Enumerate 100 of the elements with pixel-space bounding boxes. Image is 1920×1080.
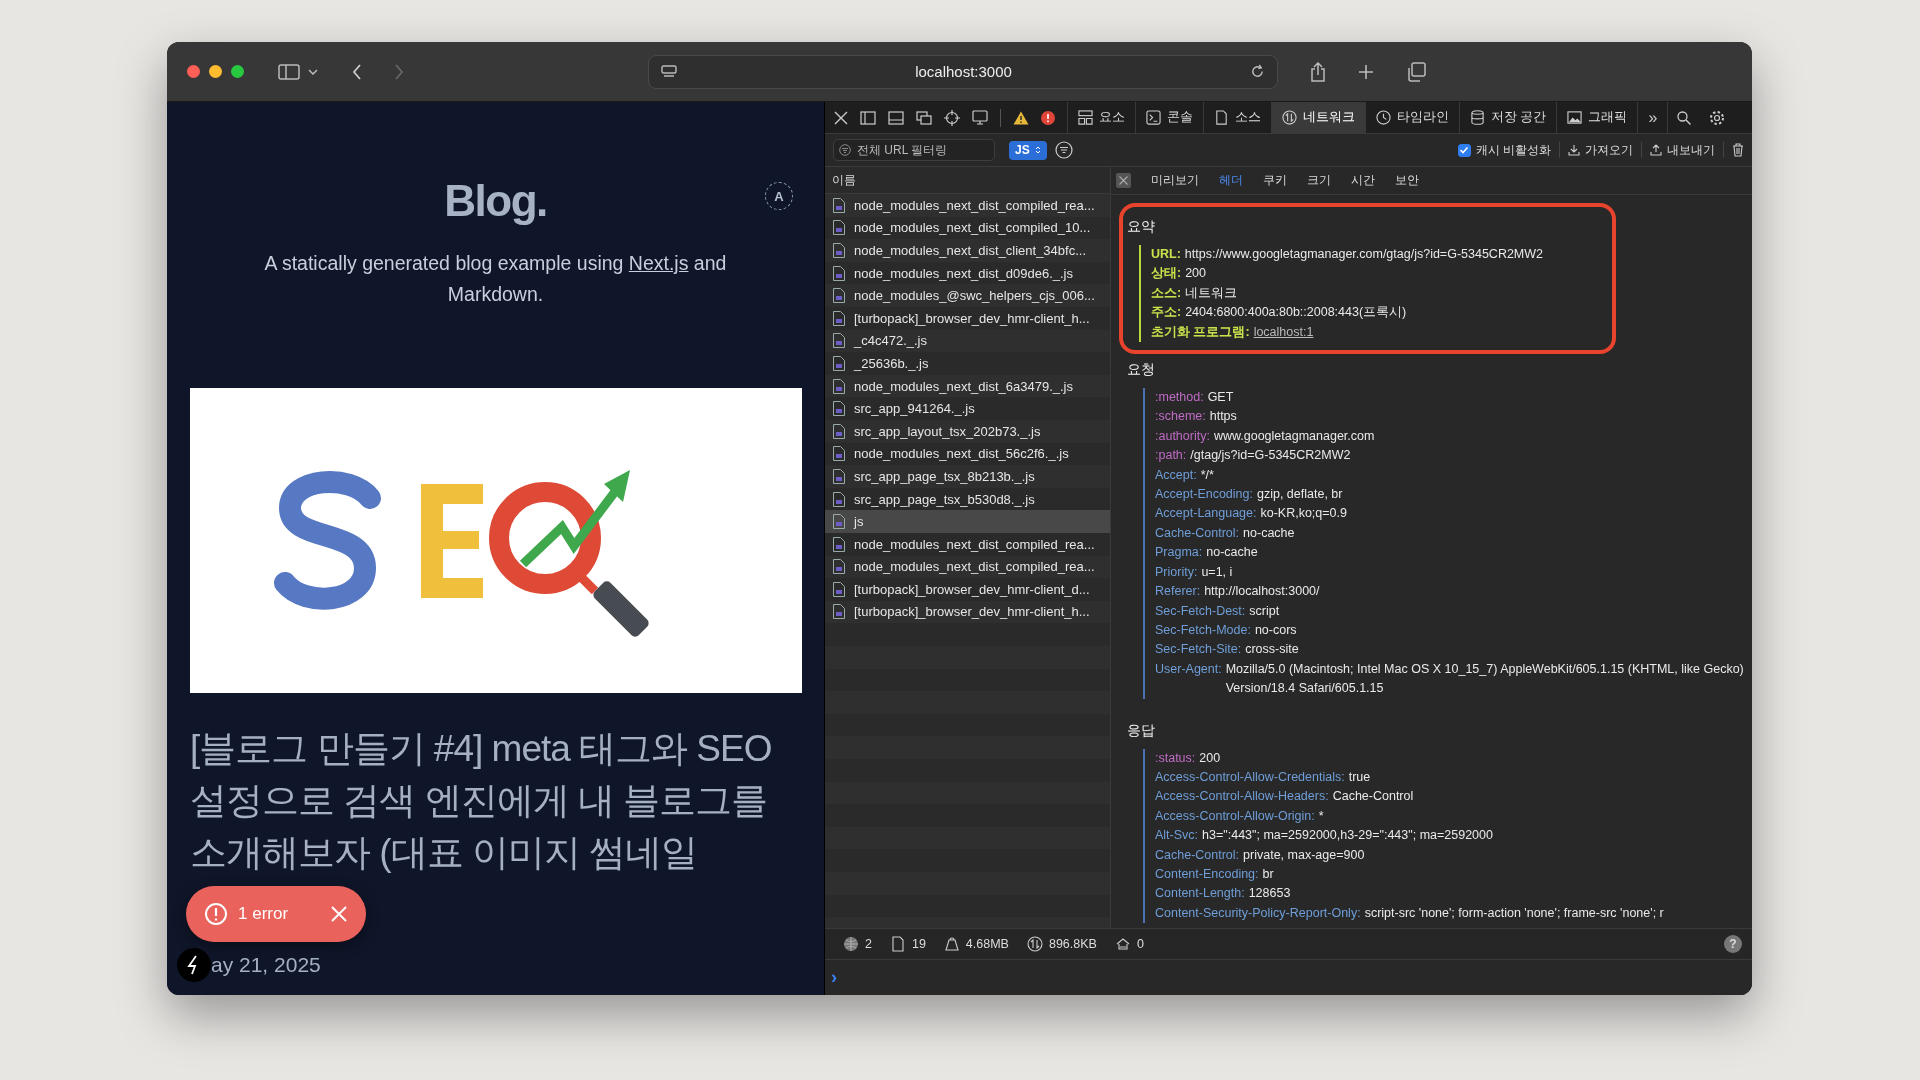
tab-icon <box>1282 110 1297 125</box>
js-file-icon <box>833 265 845 281</box>
export-button[interactable]: 내보내기 <box>1650 141 1715 159</box>
devtools-tab[interactable]: 저장 공간 <box>1459 102 1557 133</box>
header-name: :status: <box>1155 749 1196 767</box>
address-bar[interactable]: localhost:3000 <box>648 54 1278 89</box>
header-name: :path: <box>1155 447 1187 465</box>
request-row[interactable]: node_modules_next_dist_compiled_rea... <box>825 194 1110 217</box>
header-value: br <box>1262 865 1275 883</box>
header-value: 128653 <box>1248 885 1292 903</box>
js-file-icon <box>833 288 845 304</box>
devtools-tab[interactable]: 요소 <box>1067 102 1135 133</box>
new-tab-icon[interactable] <box>1358 63 1374 80</box>
request-row[interactable]: _c4c472._.js <box>825 329 1110 353</box>
tab-icon <box>1470 110 1485 125</box>
post-title[interactable]: [블로그 만들기 #4] meta 태그와 SEO 설정으로 검색 엔진에게 내 블로그를 소개해보자 (대표 이미지 썸네일 <box>190 723 807 879</box>
more-tabs-button[interactable]: » <box>1637 102 1669 133</box>
filter-options-icon[interactable] <box>1054 141 1073 159</box>
detail-tab[interactable]: 보안 <box>1395 172 1419 189</box>
header-value: Cache-Control <box>1332 788 1415 806</box>
js-file-icon <box>833 423 845 439</box>
header-name: 초기화 프로그램: <box>1151 323 1250 341</box>
disable-cache-label[interactable]: 캐시 비활성화 <box>1475 141 1551 159</box>
request-row[interactable]: js <box>825 510 1110 533</box>
trash-icon[interactable] <box>1732 143 1744 157</box>
header-value: private, max-age=900 <box>1243 846 1366 864</box>
js-file-icon <box>833 401 845 417</box>
devtools-tab[interactable]: 그래픽 <box>1556 102 1638 133</box>
request-row[interactable]: [turbopack]_browser_dev_hmr-client_d... <box>825 578 1110 601</box>
url-filter-field[interactable]: 전체 URL 필터링 <box>833 139 995 161</box>
chevron-down-icon[interactable] <box>308 68 318 75</box>
devtools-tab[interactable]: 네트워크 <box>1271 102 1365 133</box>
request-row[interactable]: src_app_layout_tsx_202b73._.js <box>825 419 1110 443</box>
request-row[interactable]: src_app_page_tsx_b530d8._.js <box>825 487 1110 511</box>
page-settings-icon[interactable] <box>661 64 677 79</box>
monitor-icon[interactable] <box>972 110 988 125</box>
request-row[interactable]: src_app_page_tsx_8b213b._.js <box>825 465 1110 488</box>
header-name: User-Agent: <box>1155 660 1222 678</box>
crosshair-icon[interactable] <box>944 109 960 126</box>
header-name: Pragma: <box>1155 544 1203 562</box>
detail-tab[interactable]: 쿠키 <box>1263 172 1287 189</box>
request-row[interactable]: node_modules_next_dist_compiled_rea... <box>825 555 1110 579</box>
request-row[interactable]: node_modules_next_dist_6a3479._.js <box>825 374 1110 398</box>
header-value: gzip, deflate, br <box>1257 486 1344 504</box>
request-row[interactable]: node_modules_@swc_helpers_cjs_006... <box>825 284 1110 307</box>
section-title[interactable]: 응답 <box>1127 716 1752 743</box>
request-row[interactable]: node_modules_next_dist_d09de6._.js <box>825 261 1110 285</box>
lightning-icon[interactable] <box>177 948 211 982</box>
section-title[interactable]: 요청 <box>1127 356 1752 383</box>
sidebar-icon[interactable] <box>278 63 300 80</box>
name-column-header[interactable]: 이름 <box>825 167 1110 194</box>
settings-icon[interactable] <box>1709 109 1726 126</box>
error-icon[interactable] <box>1041 110 1055 125</box>
error-count: 1 error <box>238 904 290 924</box>
dock-side-icon[interactable] <box>860 110 876 125</box>
request-row[interactable]: [turbopack]_browser_dev_hmr-client_h... <box>825 600 1110 624</box>
request-row[interactable]: node_modules_next_dist_compiled_rea... <box>825 532 1110 556</box>
js-file-icon <box>833 491 845 507</box>
detail-tab[interactable]: 헤더 <box>1219 172 1243 189</box>
header-name: Access-Control-Allow-Origin: <box>1155 807 1315 825</box>
import-button[interactable]: 가져오기 <box>1568 141 1633 159</box>
request-row[interactable]: node_modules_next_dist_compiled_10... <box>825 216 1110 240</box>
js-file-icon <box>833 355 845 371</box>
header-name: :scheme: <box>1155 408 1206 426</box>
blog-logo[interactable]: Blog. <box>444 176 547 226</box>
header-name: :method: <box>1155 389 1204 407</box>
warning-icon[interactable] <box>1013 110 1029 125</box>
minimize-icon[interactable] <box>209 65 222 78</box>
request-row[interactable]: src_app_941264._.js <box>825 397 1110 420</box>
header-value: */* <box>1200 466 1215 484</box>
dock-bottom-icon[interactable] <box>888 110 904 125</box>
section-title[interactable]: 요약 <box>1127 213 1612 239</box>
detail-tab[interactable]: 시간 <box>1351 172 1375 189</box>
back-icon[interactable] <box>352 63 362 80</box>
js-file-icon <box>833 243 845 258</box>
request-row[interactable]: node_modules_next_dist_client_34bfc... <box>825 239 1110 262</box>
detail-tab[interactable]: 미리보기 <box>1151 172 1199 189</box>
nextjs-link[interactable]: Next.js <box>628 252 689 274</box>
tab-icon <box>1078 110 1093 125</box>
reload-icon[interactable] <box>1250 64 1265 79</box>
devtools-tab[interactable]: 타임라인 <box>1365 102 1459 133</box>
share-icon[interactable] <box>1310 61 1326 82</box>
type-dropdown[interactable]: JS <box>1009 140 1047 160</box>
search-icon[interactable] <box>1677 110 1692 125</box>
tabs-overview-icon[interactable] <box>1406 61 1426 82</box>
request-row[interactable]: node_modules_next_dist_56c2f6._.js <box>825 442 1110 466</box>
header-name: 소스: <box>1151 284 1182 302</box>
zoom-icon[interactable] <box>231 65 244 78</box>
request-row[interactable]: [turbopack]_browser_dev_hmr-client_h... <box>825 306 1110 330</box>
devtools-tab[interactable]: 콘솔 <box>1135 102 1203 133</box>
header-name: Sec-Fetch-Dest: <box>1155 602 1246 620</box>
header-name: Cache-Control: <box>1155 846 1240 864</box>
disable-cache-checkbox[interactable] <box>1457 143 1471 157</box>
undock-icon[interactable] <box>916 110 932 125</box>
header-value: no-cache <box>1243 524 1296 542</box>
close-icon[interactable] <box>834 110 848 125</box>
request-row[interactable]: _25636b._.js <box>825 352 1110 375</box>
detail-tab[interactable]: 크기 <box>1307 172 1331 189</box>
header-name: Accept-Encoding: <box>1155 486 1253 504</box>
initiator-link[interactable]: localhost:1 <box>1253 322 1314 343</box>
